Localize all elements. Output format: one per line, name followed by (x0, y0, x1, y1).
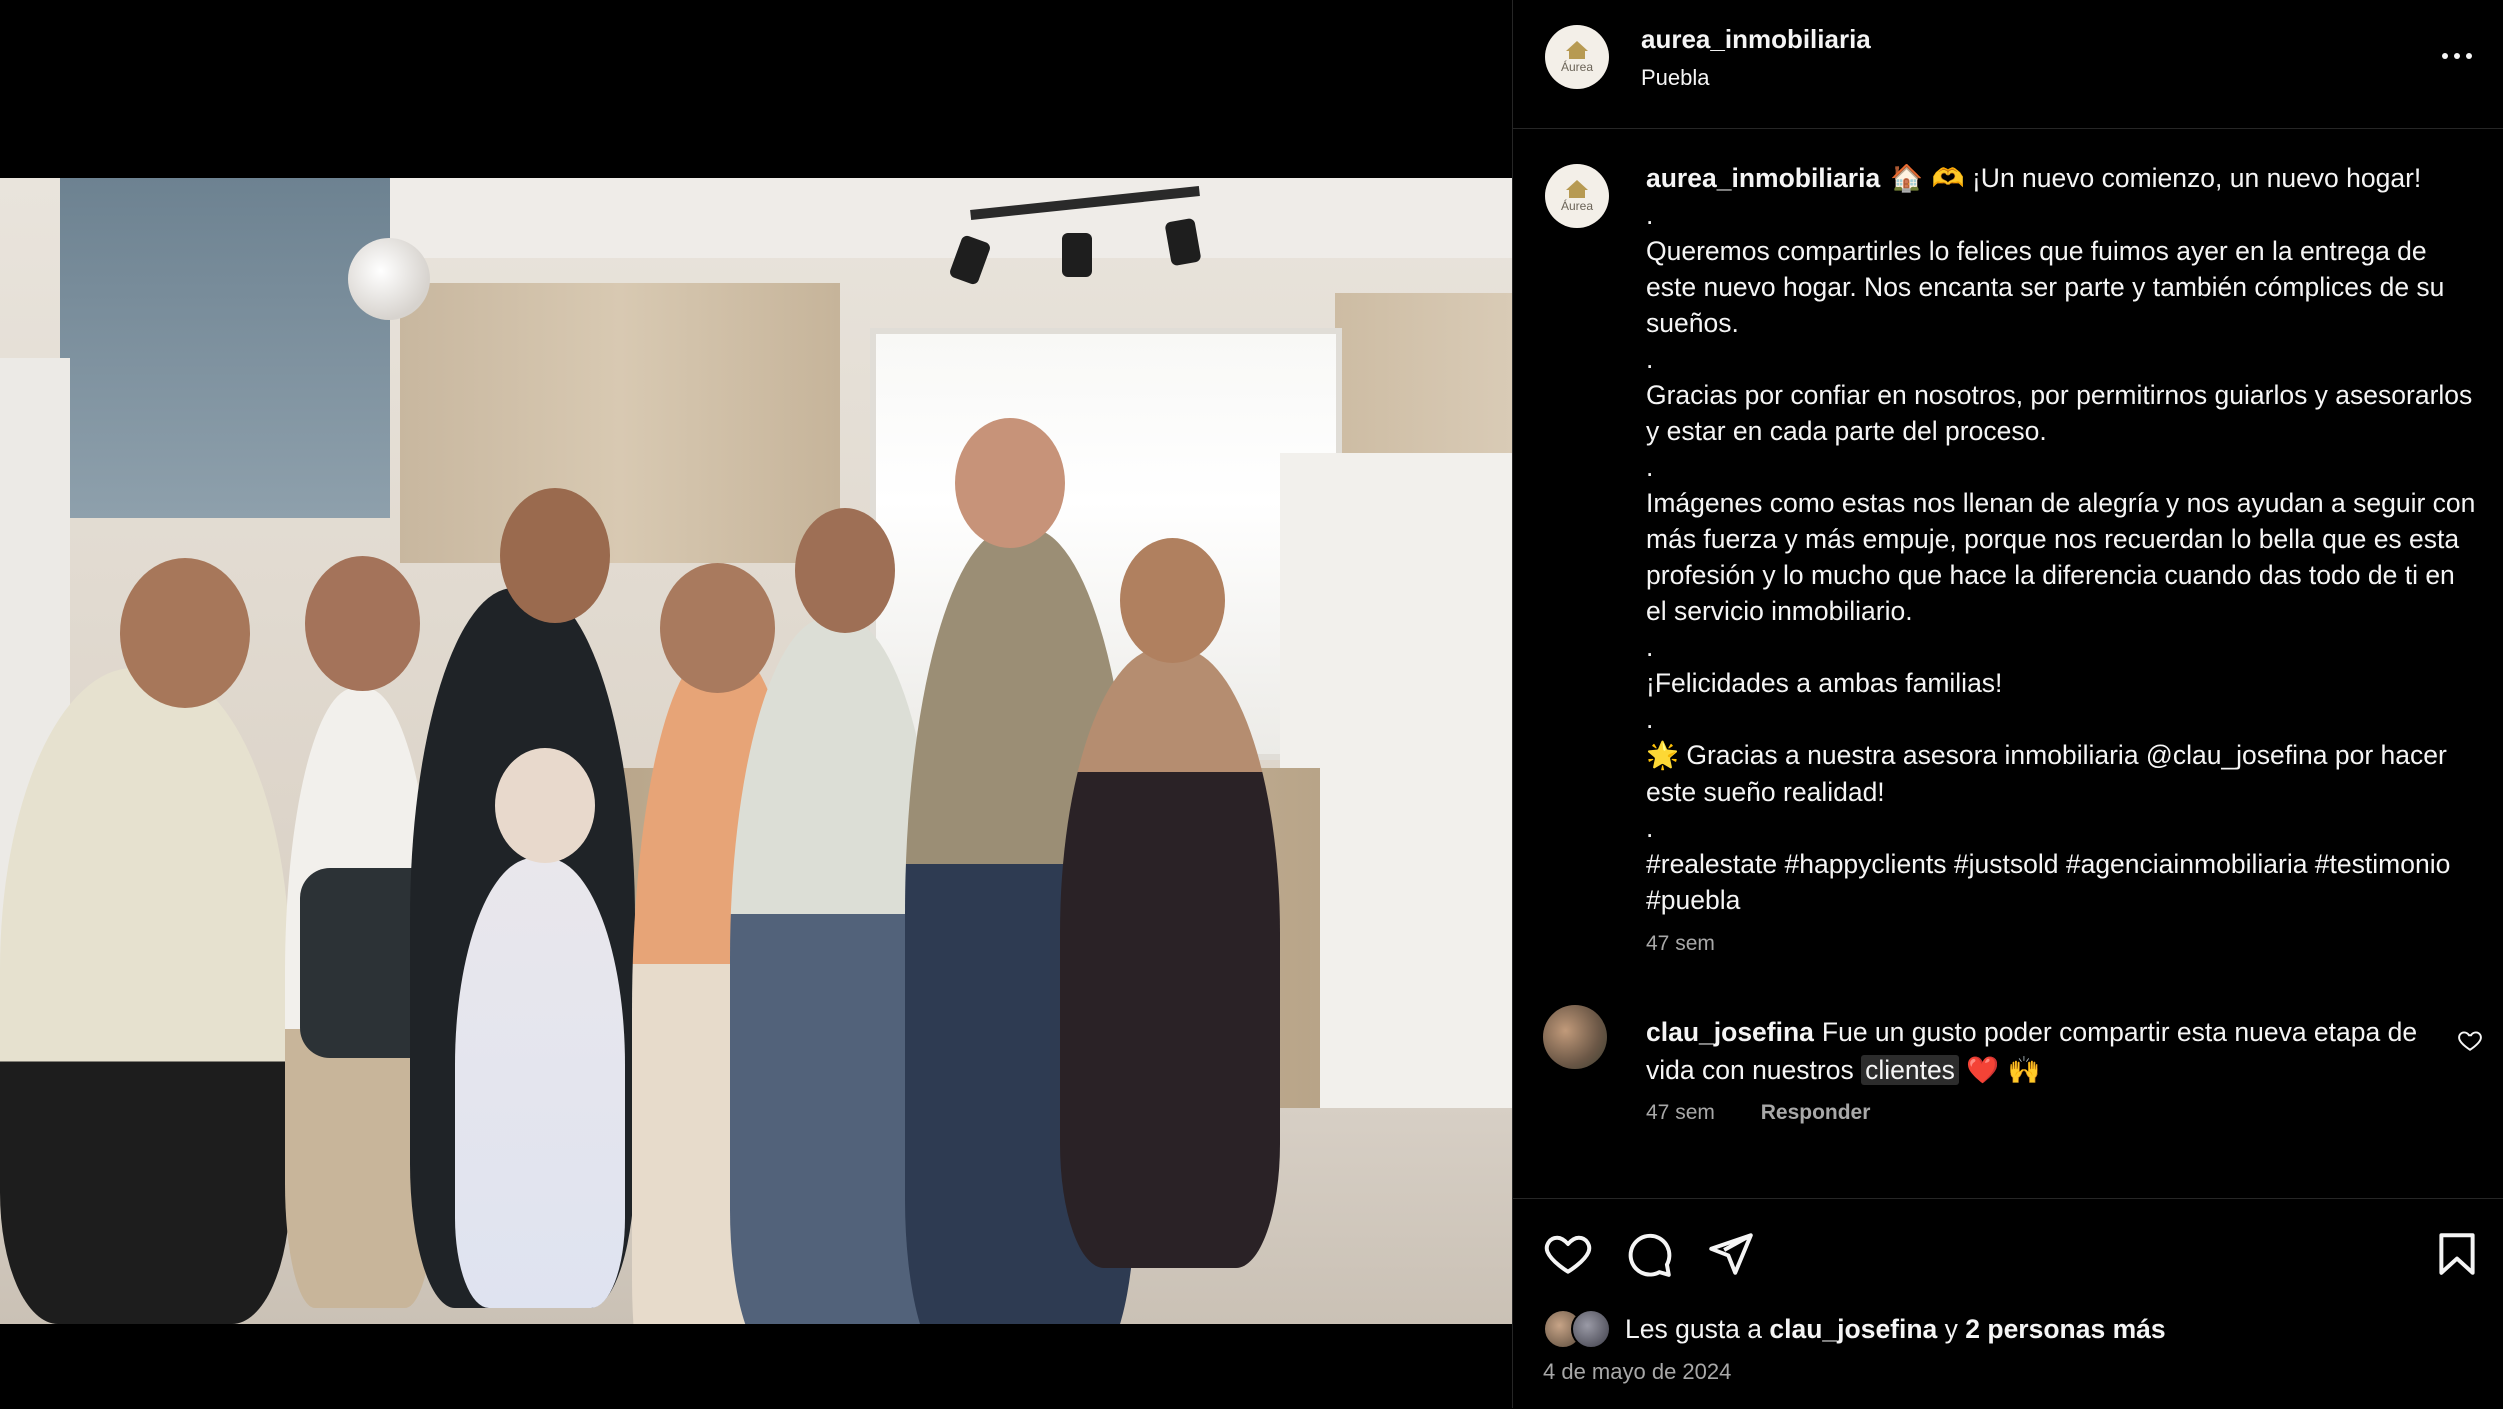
hashtags[interactable]: #realestate #happyclients #justsold #age… (1646, 846, 2476, 918)
comment-icon[interactable] (1624, 1229, 1674, 1279)
dot (2466, 53, 2472, 59)
post-header: Áurea aurea_inmobiliaria Puebla (1513, 0, 2503, 129)
caption-thanks: Gracias a nuestra asesora inmobiliaria (1686, 740, 2146, 770)
likes-text: Les gusta a clau_josefina y 2 personas m… (1625, 1314, 2166, 1345)
star-emoji: 🌟 (1646, 740, 1679, 771)
post-date[interactable]: 4 de mayo de 2024 (1543, 1359, 1731, 1385)
caption-avatar[interactable]: Áurea (1545, 164, 1609, 228)
photo-right-cabinets (1335, 293, 1512, 453)
house-icon-body (1569, 189, 1585, 198)
caption-line1: ¡Un nuevo comienzo, un nuevo hogar! (1971, 163, 2422, 193)
photo-person-head (795, 508, 895, 633)
share-send-icon[interactable] (1705, 1229, 1755, 1279)
dot (2454, 53, 2460, 59)
photo-person (1060, 648, 1280, 1268)
caption-username[interactable]: aurea_inmobiliaria (1646, 163, 1880, 193)
avatar-brand: Áurea (1560, 199, 1594, 213)
comment-avatar[interactable] (1543, 1005, 1607, 1069)
likes-prefix: Les gusta a (1625, 1313, 1770, 1344)
reply-button[interactable]: Responder (1761, 1101, 1871, 1124)
photo-person-head (305, 556, 420, 691)
photo-person-head (660, 563, 775, 693)
comment-emojis: ❤️ 🙌 (1966, 1055, 2041, 1086)
header-username[interactable]: aurea_inmobiliaria (1641, 24, 1871, 55)
caption-separator: . (1646, 344, 1654, 374)
mention-link[interactable]: @clau_josefina (2146, 740, 2328, 770)
caption-paragraph: Gracias por confiar en nosotros, por per… (1646, 380, 2473, 446)
caption-text: aurea_inmobiliaria 🏠 🫶 ¡Un nuevo comienzo… (1646, 160, 2476, 962)
liker-avatar (1571, 1309, 1611, 1349)
caption-paragraph: ¡Felicidades a ambas familias! (1646, 668, 2003, 698)
bookmark-save-icon[interactable] (2432, 1229, 2482, 1279)
account-avatar[interactable]: Áurea (1545, 25, 1609, 89)
post-media-pane (0, 0, 1512, 1408)
photo-ceiling (390, 178, 1512, 258)
comment-text: clau_josefina Fue un gusto poder comparti… (1646, 1013, 2446, 1090)
likes-others[interactable]: 2 personas más (1965, 1314, 2165, 1344)
photo-child-head (495, 748, 595, 863)
post-photo[interactable] (0, 178, 1512, 1324)
photo-blue-wall (60, 178, 390, 518)
comment-meta: 47 sem Responder (1646, 1101, 1870, 1125)
comment-timestamp[interactable]: 47 sem (1646, 1101, 1715, 1124)
like-heart-icon[interactable] (1543, 1229, 1593, 1279)
comment-highlighted-word: clientes (1861, 1055, 1959, 1085)
caption-separator: . (1646, 704, 1654, 734)
photo-bulb (348, 238, 430, 320)
house-icon-body (1569, 50, 1585, 59)
caption-separator: . (1646, 813, 1654, 843)
post-details-pane: Áurea aurea_inmobiliaria Puebla Áurea au… (1512, 0, 2503, 1408)
caption-timestamp[interactable]: 47 sem (1646, 926, 2476, 962)
photo-child (455, 858, 625, 1308)
comment-like-heart-icon[interactable] (2457, 1027, 2483, 1053)
caption-separator: . (1646, 200, 1654, 230)
photo-person (0, 668, 290, 1324)
photo-upper-cabinets (400, 283, 840, 563)
caption-separator: . (1646, 452, 1654, 482)
photo-person-head (120, 558, 250, 708)
likes-middle: y (1937, 1313, 1966, 1344)
comment-username[interactable]: clau_josefina (1646, 1017, 1814, 1047)
caption-emojis: 🏠 🫶 (1890, 163, 1965, 194)
post-actions: Les gusta a clau_josefina y 2 personas m… (1513, 1198, 2503, 1409)
photo-person-head (500, 488, 610, 623)
photo-person-head (1120, 538, 1225, 663)
avatar-brand: Áurea (1560, 60, 1594, 74)
caption-paragraph: Imágenes como estas nos llenan de alegrí… (1646, 488, 2476, 626)
caption-separator: . (1646, 632, 1654, 662)
likes-summary[interactable]: Les gusta a clau_josefina y 2 personas m… (1543, 1307, 2166, 1351)
photo-spotlight (1062, 233, 1092, 277)
photo-person-head (955, 418, 1065, 548)
caption-paragraph: Queremos compartirles lo felices que fui… (1646, 236, 2445, 338)
header-location[interactable]: Puebla (1641, 65, 1710, 91)
dot (2442, 53, 2448, 59)
likes-user[interactable]: clau_josefina (1769, 1314, 1937, 1344)
more-options-icon[interactable] (2437, 36, 2477, 76)
